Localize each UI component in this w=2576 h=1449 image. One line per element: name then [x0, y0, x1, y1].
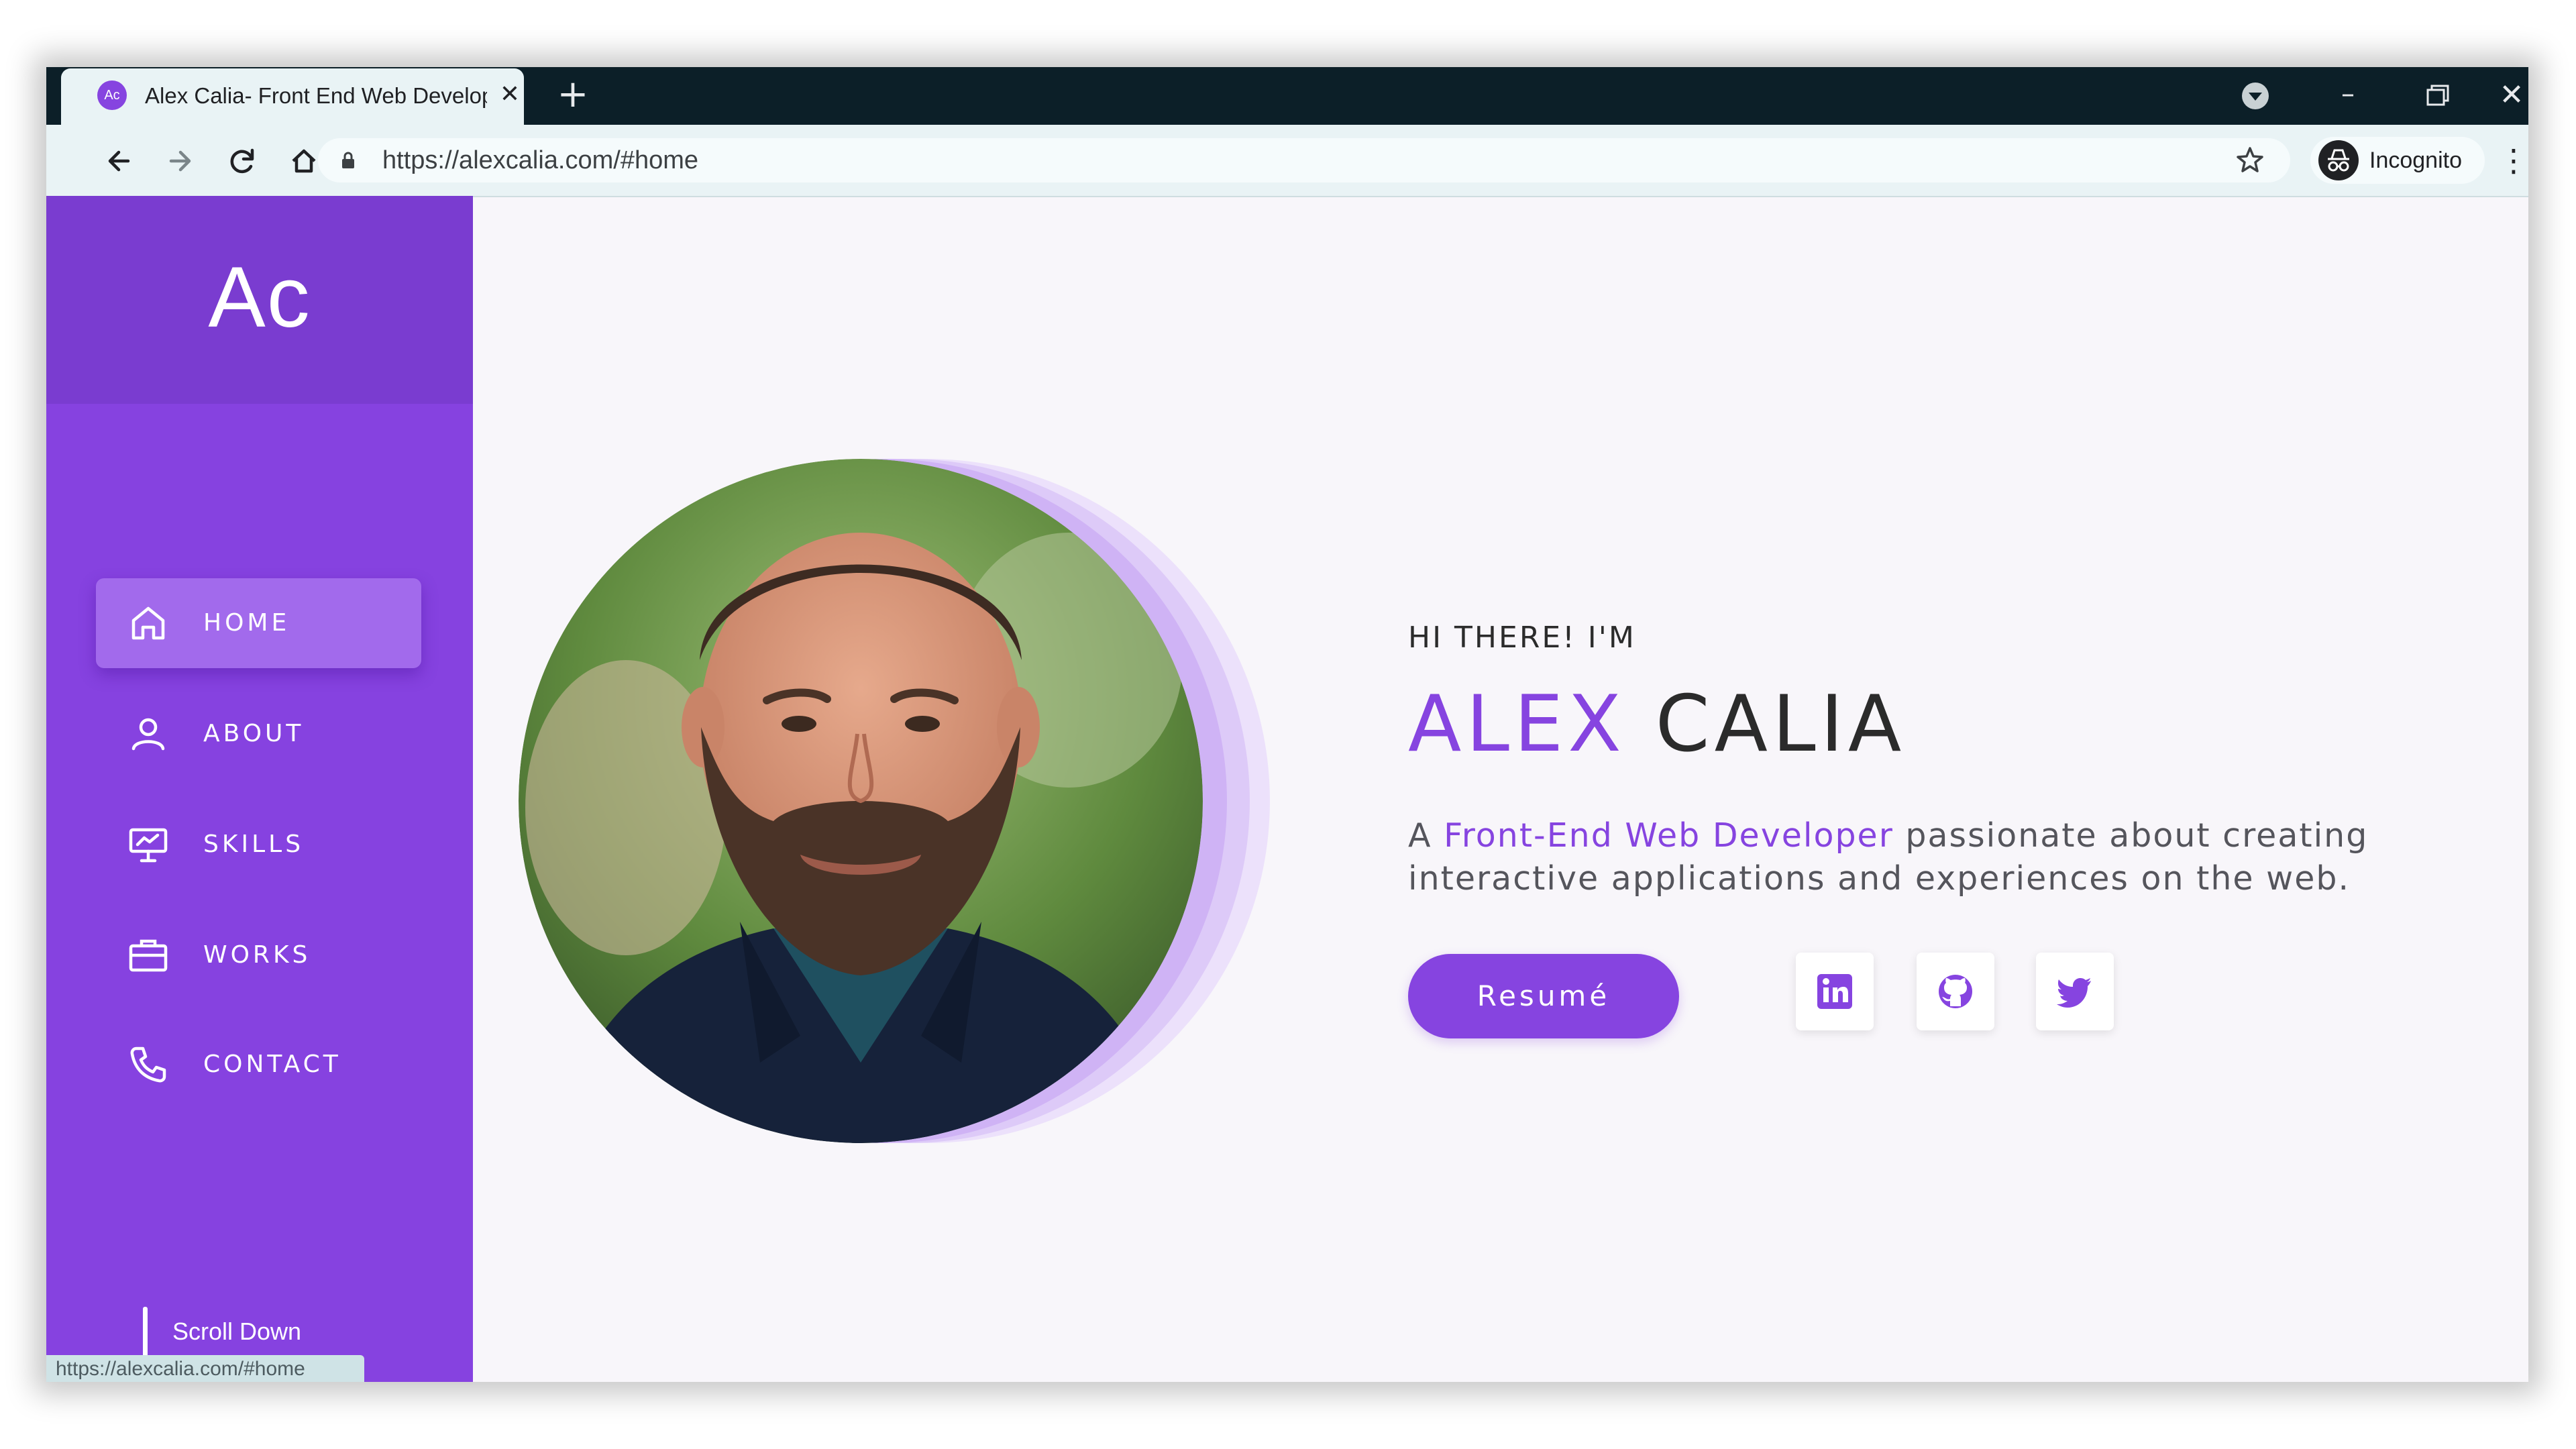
browser-toolbar: https://alexcalia.com/#home Incognito ⋮ — [46, 125, 2528, 197]
logo[interactable]: Ac — [46, 248, 473, 347]
nav-item-home[interactable]: HOME — [96, 578, 421, 668]
browser-tab[interactable]: Ac Alex Calia- Front End Web Developer ✕ — [61, 68, 524, 125]
back-icon[interactable] — [99, 141, 139, 181]
nav-item-contact[interactable]: CONTACT — [96, 1020, 421, 1110]
phone-icon — [125, 1042, 171, 1087]
desc-prefix: A — [1408, 816, 1444, 855]
restore-button[interactable] — [2413, 74, 2460, 118]
url-text[interactable]: https://alexcalia.com/#home — [382, 146, 698, 175]
bookmark-star-icon[interactable] — [2235, 145, 2265, 176]
github-icon — [1939, 975, 1972, 1008]
linkedin-button[interactable] — [1796, 953, 1874, 1030]
sidebar: Ac HOME ABOUT SKILLS WORKS CONTACT Scrol… — [46, 196, 473, 1382]
github-button[interactable] — [1917, 953, 1994, 1030]
incognito-label: Incognito — [2369, 148, 2462, 173]
browser-menu-icon[interactable]: ⋮ — [2498, 144, 2528, 177]
last-name: CALIA — [1655, 679, 1907, 769]
nav-label: WORKS — [203, 941, 311, 969]
nav-item-about[interactable]: ABOUT — [96, 689, 421, 779]
lock-icon[interactable] — [338, 150, 358, 170]
incognito-icon — [2318, 140, 2359, 180]
linkedin-icon — [1817, 974, 1852, 1009]
new-tab-button[interactable]: + — [551, 74, 595, 118]
nav-label: SKILLS — [203, 830, 305, 858]
user-icon — [125, 711, 171, 757]
favicon-icon: Ac — [97, 80, 127, 110]
twitter-button[interactable] — [2036, 953, 2114, 1030]
nav-label: CONTACT — [203, 1051, 341, 1078]
nav-label: ABOUT — [203, 720, 305, 747]
reload-icon[interactable] — [222, 141, 262, 181]
profile-photo — [519, 459, 1203, 1143]
logo-area[interactable]: Ac — [46, 196, 473, 404]
close-window-button[interactable]: ✕ — [2488, 74, 2528, 118]
minimize-button[interactable]: – — [2324, 74, 2371, 118]
tab-strip: Ac Alex Calia- Front End Web Developer ✕… — [46, 67, 2528, 125]
address-bar[interactable]: https://alexcalia.com/#home — [318, 138, 2290, 182]
tab-search-icon[interactable] — [2239, 79, 2272, 113]
nav-item-skills[interactable]: SKILLS — [96, 800, 421, 890]
first-name: ALEX — [1408, 679, 1626, 769]
incognito-profile-button[interactable]: Incognito — [2310, 137, 2485, 184]
presentation-icon — [125, 822, 171, 867]
tab-title: Alex Calia- Front End Web Developer — [145, 83, 487, 108]
desc-accent: Front-End Web Developer — [1444, 816, 1894, 855]
hero-description: A Front-End Web Developer passionate abo… — [1408, 814, 2434, 900]
resume-button[interactable]: Resumé — [1408, 954, 1679, 1038]
browser-window: Ac Alex Calia- Front End Web Developer ✕… — [46, 67, 2528, 1382]
greeting: HI THERE! I'M — [1408, 621, 1636, 655]
portrait — [519, 459, 1310, 1143]
status-url: https://alexcalia.com/#home — [56, 1358, 305, 1380]
briefcase-icon — [125, 932, 171, 978]
scroll-down-label[interactable]: Scroll Down — [172, 1318, 301, 1346]
home-icon — [125, 600, 171, 646]
close-tab-icon[interactable]: ✕ — [493, 78, 527, 111]
twitter-icon — [2057, 978, 2091, 1008]
hero-name: ALEX CALIA — [1408, 686, 2455, 763]
hero-text: HI THERE! I'M ALEX CALIA A Front-End Web… — [1408, 621, 2455, 900]
nav-label: HOME — [203, 609, 290, 637]
status-bar: https://alexcalia.com/#home — [46, 1355, 364, 1382]
forward-icon[interactable] — [160, 141, 201, 181]
nav-item-works[interactable]: WORKS — [96, 910, 421, 1000]
